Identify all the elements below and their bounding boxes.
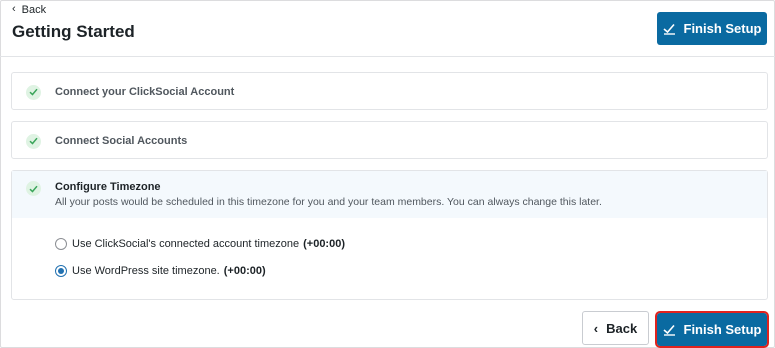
step-complete-check-icon bbox=[26, 84, 41, 100]
chevron-left-icon: ‹ bbox=[12, 3, 16, 15]
radio-button[interactable] bbox=[55, 238, 67, 250]
check-icon bbox=[662, 324, 676, 336]
back-button[interactable]: ‹ Back bbox=[582, 311, 649, 345]
radio-button-selected[interactable] bbox=[55, 265, 67, 277]
finish-setup-button-bottom[interactable]: Finish Setup bbox=[655, 311, 769, 348]
back-link[interactable]: ‹ Back bbox=[12, 3, 47, 16]
option-offset: (+00:00) bbox=[303, 238, 345, 250]
back-button-label: Back bbox=[606, 320, 638, 336]
back-link-label: Back bbox=[21, 4, 47, 16]
step-complete-check-icon bbox=[26, 133, 41, 149]
step-connect-clicksocial[interactable]: Connect your ClickSocial Account bbox=[11, 72, 768, 110]
step-title: Connect your ClickSocial Account bbox=[55, 86, 235, 98]
option-label: Use ClickSocial's connected account time… bbox=[72, 238, 300, 250]
finish-setup-label: Finish Setup bbox=[683, 322, 762, 337]
timezone-option-wordpress[interactable]: Use WordPress site timezone. (+00:00) bbox=[55, 263, 345, 279]
page-title: Getting Started bbox=[12, 22, 135, 41]
option-offset: (+00:00) bbox=[223, 265, 266, 277]
step-connect-social-accounts[interactable]: Connect Social Accounts bbox=[11, 121, 768, 159]
step-configure-timezone: Configure Timezone All your posts would … bbox=[11, 170, 768, 300]
finish-setup-label: Finish Setup bbox=[683, 21, 762, 36]
finish-setup-button-top[interactable]: Finish Setup bbox=[657, 12, 767, 45]
chevron-left-icon: ‹ bbox=[593, 320, 599, 336]
option-label: Use WordPress site timezone. bbox=[72, 265, 220, 277]
step-description: All your posts would be scheduled in thi… bbox=[55, 196, 602, 208]
step-title: Configure Timezone bbox=[55, 181, 161, 193]
timezone-option-clicksocial[interactable]: Use ClickSocial's connected account time… bbox=[55, 236, 345, 252]
check-icon bbox=[662, 23, 676, 35]
timezone-options: Use ClickSocial's connected account time… bbox=[55, 236, 345, 290]
step-complete-check-icon bbox=[26, 181, 41, 196]
step-title: Connect Social Accounts bbox=[55, 135, 188, 147]
header-divider bbox=[0, 56, 775, 57]
